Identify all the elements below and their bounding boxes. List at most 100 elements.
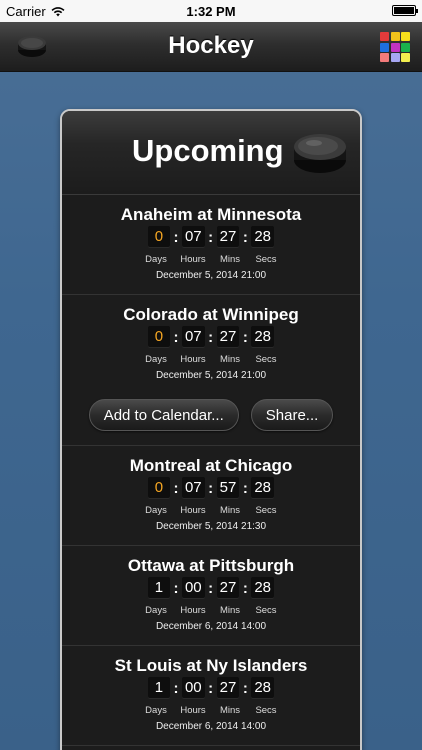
unit-label: Mins bbox=[219, 705, 241, 716]
countdown-separator: : bbox=[208, 328, 214, 346]
unit-label: Hours bbox=[180, 254, 206, 265]
game-date: December 5, 2014 21:00 bbox=[155, 270, 267, 281]
countdown-secs: 28 bbox=[251, 577, 275, 599]
game-spacer bbox=[62, 637, 360, 645]
game-title: Colorado at Winnipeg bbox=[123, 305, 299, 324]
unit-label: Mins bbox=[219, 505, 241, 516]
countdown-days: 1 bbox=[147, 677, 170, 699]
countdown-separator: : bbox=[242, 228, 248, 246]
countdown-separator: : bbox=[242, 679, 248, 697]
unit-label: Days bbox=[145, 505, 167, 516]
team-color-swatch bbox=[390, 42, 400, 52]
card-header: Upcoming bbox=[62, 111, 360, 195]
team-color-swatch bbox=[380, 53, 389, 62]
countdown-separator: : bbox=[208, 679, 214, 697]
unit-label: Hours bbox=[180, 505, 206, 516]
game-title: Philadelphia at Los Angeles bbox=[62, 746, 360, 750]
countdown: 0:07:27:28 bbox=[62, 325, 360, 349]
game-item[interactable]: Colorado at Winnipeg 0:07:27:28 Days Hours M… bbox=[62, 295, 360, 446]
countdown: 1:00:27:28 bbox=[62, 676, 360, 700]
battery-icon bbox=[392, 5, 418, 16]
game-item[interactable]: Ottawa at Pittsburgh 1:00:27:28 Days Hours M… bbox=[62, 546, 360, 646]
countdown-hours: 00 bbox=[181, 677, 205, 699]
countdown-separator: : bbox=[173, 579, 179, 597]
puck-icon bbox=[294, 134, 346, 173]
countdown-days: 1 bbox=[147, 577, 170, 599]
countdown-secs: 28 bbox=[251, 326, 275, 348]
countdown-separator: : bbox=[242, 479, 248, 497]
countdown-units: Days Hours Mins Secs bbox=[62, 254, 360, 266]
unit-label: Mins bbox=[219, 354, 241, 365]
team-color-swatch bbox=[390, 53, 400, 62]
countdown: 1:00:27:28 bbox=[62, 576, 360, 600]
countdown-days: 0 bbox=[147, 477, 170, 499]
nav-bar: Hockey bbox=[0, 22, 422, 72]
unit-label: Mins bbox=[219, 605, 241, 616]
countdown-separator: : bbox=[173, 679, 179, 697]
game-item[interactable]: St Louis at Ny Islanders 1:00:27:28 Days Ho… bbox=[62, 646, 360, 746]
status-right bbox=[392, 5, 418, 16]
team-color-swatch bbox=[390, 32, 400, 41]
countdown-secs: 28 bbox=[251, 677, 275, 699]
unit-label: Hours bbox=[180, 705, 206, 716]
unit-label: Days bbox=[145, 605, 167, 616]
unit-label: Secs bbox=[255, 505, 277, 516]
countdown-units: Days Hours Mins Secs bbox=[62, 605, 360, 617]
countdown: 0:07:57:28 bbox=[62, 476, 360, 500]
countdown-mins: 27 bbox=[216, 326, 240, 348]
game-spacer bbox=[62, 286, 360, 294]
game-title: Ottawa at Pittsburgh bbox=[127, 556, 295, 575]
countdown-separator: : bbox=[208, 228, 214, 246]
card-title: Upcoming bbox=[132, 133, 284, 168]
countdown-secs: 28 bbox=[251, 226, 275, 248]
team-color-swatch bbox=[401, 42, 410, 52]
countdown-separator: : bbox=[242, 579, 248, 597]
upcoming-card: Upcoming Anaheim at Minnesota 0:07:27:28 D… bbox=[60, 109, 362, 750]
unit-label: Secs bbox=[255, 605, 277, 616]
countdown-secs: 28 bbox=[251, 477, 275, 499]
countdown-hours: 07 bbox=[181, 226, 205, 248]
game-title: Montreal at Chicago bbox=[129, 456, 293, 475]
countdown-separator: : bbox=[208, 579, 214, 597]
game-item[interactable]: Philadelphia at Los Angeles bbox=[62, 746, 360, 750]
unit-label: Hours bbox=[180, 605, 206, 616]
games-list: Anaheim at Minnesota 0:07:27:28 Days Hours M… bbox=[62, 195, 360, 750]
status-bar: Carrier 1:32 PM bbox=[0, 0, 422, 22]
countdown-separator: : bbox=[242, 328, 248, 346]
unit-label: Mins bbox=[219, 254, 241, 265]
countdown-separator: : bbox=[173, 479, 179, 497]
countdown-mins: 27 bbox=[216, 577, 240, 599]
game-spacer bbox=[62, 737, 360, 745]
game-date: December 5, 2014 21:00 bbox=[155, 370, 267, 381]
team-color-swatch bbox=[401, 53, 410, 62]
countdown-units: Days Hours Mins Secs bbox=[62, 354, 360, 366]
team-color-swatch bbox=[380, 42, 389, 52]
team-color-swatch bbox=[380, 32, 389, 41]
unit-label: Secs bbox=[255, 705, 277, 716]
share-button[interactable]: Share... bbox=[250, 399, 334, 431]
team-color-swatch bbox=[401, 32, 410, 41]
game-date: December 6, 2014 14:00 bbox=[155, 621, 267, 632]
countdown: 0:07:27:28 bbox=[62, 225, 360, 249]
nav-title: Hockey bbox=[168, 32, 254, 59]
countdown-hours: 00 bbox=[181, 577, 205, 599]
countdown-units: Days Hours Mins Secs bbox=[62, 505, 360, 517]
game-item[interactable]: Montreal at Chicago 0:07:57:28 Days Hours Mi… bbox=[62, 446, 360, 546]
countdown-separator: : bbox=[208, 479, 214, 497]
countdown-separator: : bbox=[173, 328, 179, 346]
countdown-days: 0 bbox=[147, 326, 170, 348]
game-title: Anaheim at Minnesota bbox=[120, 205, 302, 224]
unit-label: Secs bbox=[255, 354, 277, 365]
countdown-separator: : bbox=[173, 228, 179, 246]
game-actions: Add to Calendar... Share... bbox=[62, 386, 360, 445]
countdown-mins: 27 bbox=[216, 677, 240, 699]
countdown-mins: 27 bbox=[216, 226, 240, 248]
countdown-hours: 07 bbox=[181, 326, 205, 348]
add-to-calendar-button[interactable]: Add to Calendar... bbox=[88, 399, 239, 431]
countdown-hours: 07 bbox=[181, 477, 205, 499]
game-item[interactable]: Anaheim at Minnesota 0:07:27:28 Days Hours M… bbox=[62, 195, 360, 295]
game-spacer bbox=[62, 537, 360, 545]
team-colors-icon[interactable] bbox=[380, 32, 410, 62]
countdown-units: Days Hours Mins Secs bbox=[62, 705, 360, 717]
game-title: St Louis at Ny Islanders bbox=[114, 656, 308, 675]
